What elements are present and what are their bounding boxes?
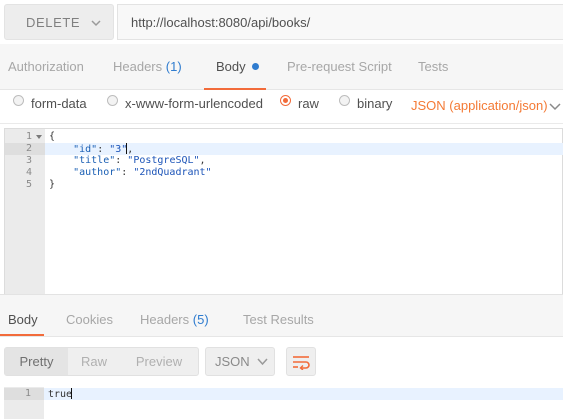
- tab-headers-count: (1): [165, 59, 182, 74]
- format-label: JSON: [215, 354, 250, 369]
- tab-response-headers[interactable]: Headers (5): [140, 312, 209, 327]
- tab-test-results[interactable]: Test Results: [243, 312, 314, 327]
- line-number: 4: [25, 167, 32, 178]
- code-line: {: [49, 131, 55, 143]
- tab-tests[interactable]: Tests: [418, 59, 448, 74]
- content-type-select[interactable]: JSON (application/json): [411, 98, 548, 113]
- response-tabs: Body Cookies Headers (5) Test Results: [0, 295, 563, 337]
- text-cursor: [126, 143, 128, 154]
- binary-label[interactable]: binary: [357, 96, 392, 111]
- radio-raw[interactable]: [280, 95, 291, 106]
- raw-label[interactable]: raw: [298, 96, 319, 111]
- json-value: "3": [109, 144, 128, 155]
- request-tabs: Authorization Headers (1) Body Pre-reque…: [0, 44, 563, 90]
- tab-headers-label: Headers: [113, 59, 163, 74]
- text-cursor: [71, 388, 73, 399]
- json-key: "title": [73, 155, 116, 166]
- request-bar: DELETE http://localhost:8080/api/books/: [0, 0, 563, 44]
- chevron-down-icon[interactable]: [548, 99, 562, 113]
- tab-response-headers-count: (5): [192, 312, 209, 327]
- radio-form-data[interactable]: [13, 95, 24, 106]
- format-select[interactable]: JSON: [205, 347, 275, 376]
- tab-cookies[interactable]: Cookies: [66, 312, 113, 327]
- brace-close: }: [49, 179, 56, 190]
- body-type-options: form-data x-www-form-urlencoded raw bina…: [0, 90, 563, 124]
- fold-arrow-icon[interactable]: [35, 133, 43, 141]
- response-view-toolbar: Pretty Raw Preview JSON: [0, 337, 563, 387]
- json-key: "author": [73, 167, 122, 178]
- form-data-label[interactable]: form-data: [31, 96, 87, 111]
- method-select[interactable]: DELETE: [4, 4, 114, 40]
- request-body-editor[interactable]: 1 2 3 4 5 { "id": "3", "title": "Postgre…: [4, 128, 563, 310]
- view-mode-group: Pretty Raw Preview: [4, 347, 199, 376]
- code-line: true: [48, 388, 73, 401]
- tab-body[interactable]: Body: [216, 59, 259, 74]
- wrap-lines-button[interactable]: [286, 347, 316, 376]
- response-body-viewer[interactable]: 1 true: [4, 387, 563, 419]
- active-tab-indicator: [0, 334, 44, 336]
- modified-dot-icon: [251, 63, 259, 70]
- url-text: http://localhost:8080/api/books/: [131, 14, 311, 30]
- brace-open: {: [49, 131, 56, 142]
- code-line: }: [49, 179, 55, 191]
- tab-prerequest-script[interactable]: Pre-request Script: [287, 59, 392, 74]
- urlencoded-label[interactable]: x-www-form-urlencoded: [125, 96, 263, 111]
- chevron-down-icon: [257, 358, 268, 366]
- line-number: 1: [25, 131, 32, 142]
- tab-response-headers-label: Headers: [140, 312, 190, 327]
- radio-urlencoded[interactable]: [107, 95, 118, 106]
- json-value: "2ndQuadrant": [133, 167, 212, 178]
- code-line: "title": "PostgreSQL",: [73, 155, 206, 166]
- response-value: true: [48, 389, 73, 400]
- tab-body-label: Body: [216, 59, 246, 74]
- active-line-highlight: [44, 388, 563, 400]
- json-value: "PostgreSQL": [127, 155, 200, 166]
- code-line: "author": "2ndQuadrant": [73, 167, 212, 178]
- line-number: 5: [25, 179, 32, 190]
- line-number: 3: [25, 155, 32, 166]
- tab-headers[interactable]: Headers (1): [113, 59, 182, 74]
- pretty-button[interactable]: Pretty: [5, 348, 68, 375]
- tab-authorization[interactable]: Authorization: [8, 59, 84, 74]
- tab-response-body[interactable]: Body: [8, 312, 38, 327]
- raw-button[interactable]: Raw: [68, 348, 120, 375]
- radio-binary[interactable]: [339, 95, 350, 106]
- json-key: "id": [73, 144, 98, 155]
- method-label: DELETE: [26, 14, 81, 30]
- url-input[interactable]: http://localhost:8080/api/books/: [117, 4, 563, 40]
- chevron-down-icon: [91, 20, 101, 27]
- line-number: 2: [25, 143, 32, 154]
- line-number: 1: [24, 388, 31, 399]
- preview-button[interactable]: Preview: [120, 348, 198, 375]
- wrap-lines-icon: [293, 356, 310, 370]
